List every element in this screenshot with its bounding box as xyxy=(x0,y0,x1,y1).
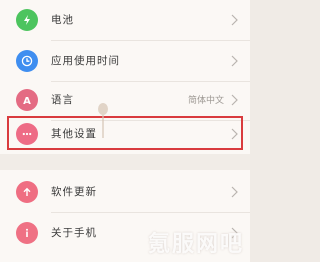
settings-item-battery[interactable]: 电池 xyxy=(0,0,250,40)
touch-indicator-icon xyxy=(98,103,108,138)
chevron-right-icon xyxy=(231,55,238,67)
language-icon: A xyxy=(16,89,38,111)
settings-screen: 电池 应用使用时间 A 语言 简体中文 其他设置 软件更新 关于手机 氪服网吧 xyxy=(0,0,250,262)
battery-icon xyxy=(16,9,38,31)
settings-item-label: 软件更新 xyxy=(51,186,97,198)
clock-icon xyxy=(16,50,38,72)
language-value: 简体中文 xyxy=(187,96,224,106)
highlight-box xyxy=(7,116,243,150)
svg-text:A: A xyxy=(23,96,31,106)
settings-item-software-update[interactable]: 软件更新 xyxy=(0,172,250,212)
chevron-right-icon xyxy=(231,94,238,106)
settings-item-app-usage-time[interactable]: 应用使用时间 xyxy=(0,41,250,81)
watermark: 氪服网吧 xyxy=(147,232,244,257)
settings-item-label: 语言 xyxy=(51,94,74,106)
settings-item-label: 关于手机 xyxy=(51,227,97,239)
chevron-right-icon xyxy=(231,186,238,198)
info-icon xyxy=(16,222,38,244)
update-icon xyxy=(16,181,38,203)
settings-item-label: 应用使用时间 xyxy=(51,55,120,67)
settings-item-label: 电池 xyxy=(51,14,74,26)
chevron-right-icon xyxy=(231,14,238,26)
